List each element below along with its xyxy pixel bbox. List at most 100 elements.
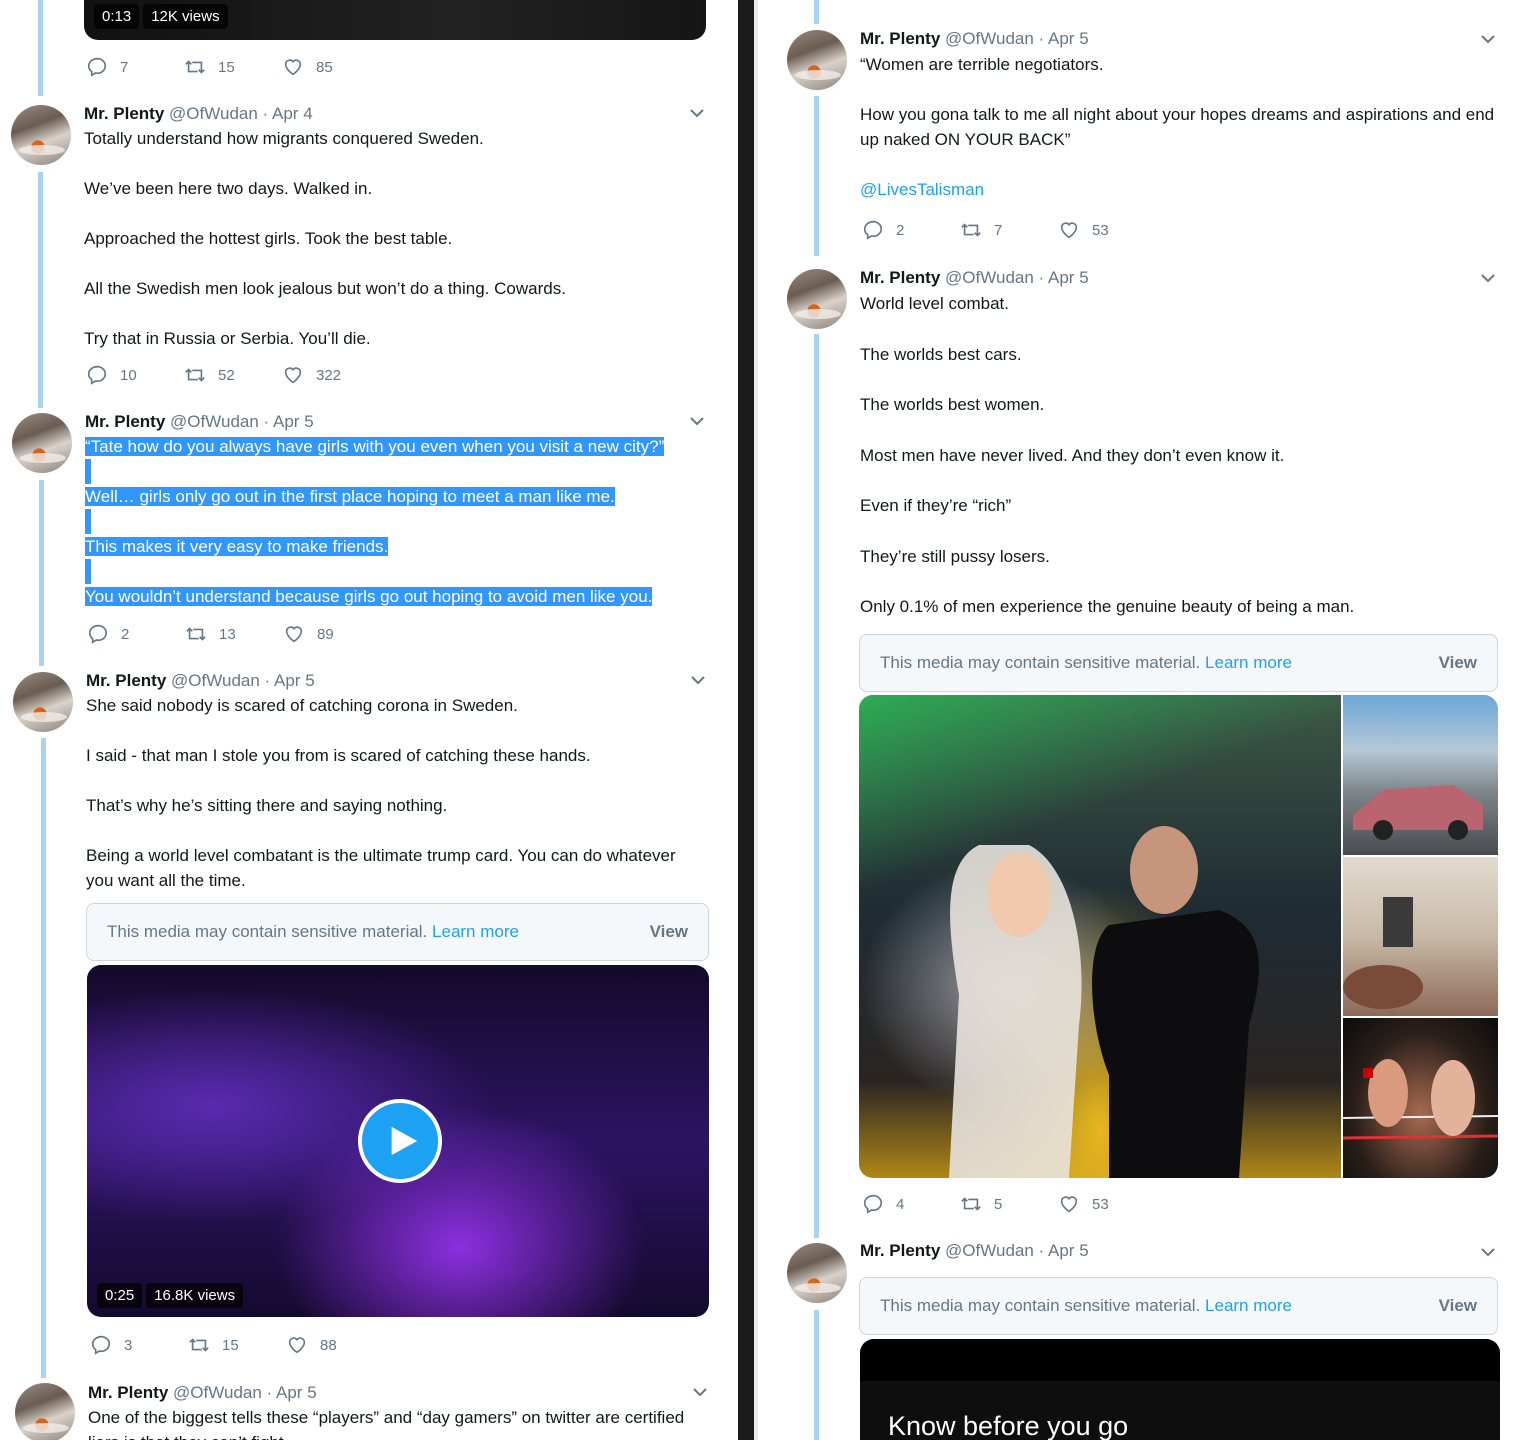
mention-link[interactable]: @LivesTalisman	[860, 177, 1500, 202]
like-button[interactable]: 322	[282, 364, 380, 386]
sensitive-media-warning: This media may contain sensitive materia…	[859, 1277, 1498, 1335]
display-name[interactable]: Mr. Plenty	[88, 1383, 168, 1402]
tweet-header: Mr. Plenty @OfWudan · Apr 5	[860, 1241, 1089, 1260]
tweet-date[interactable]: Apr 5	[1048, 268, 1089, 287]
user-handle[interactable]: @OfWudan	[173, 1383, 262, 1402]
retweet-button[interactable]: 52	[184, 364, 282, 386]
avatar[interactable]	[787, 269, 847, 329]
thread-line	[38, 0, 43, 96]
tweet-menu-caret[interactable]	[1481, 1245, 1495, 1259]
tweet-actions: 2 13 89	[87, 623, 381, 645]
play-button[interactable]	[358, 1099, 442, 1183]
display-name[interactable]: Mr. Plenty	[860, 29, 940, 48]
reply-icon	[91, 1335, 111, 1355]
retweet-button[interactable]: 5	[960, 1193, 1058, 1215]
video-stats-badge: 0:13 12K views	[94, 4, 228, 29]
video-player[interactable]: 0:25 16.8K views	[87, 965, 709, 1317]
tweet-menu-caret[interactable]	[1481, 32, 1495, 46]
media-preview[interactable]: Know before you go	[860, 1339, 1500, 1440]
reply-button[interactable]: 10	[86, 364, 184, 386]
tweet-date[interactable]: Apr 5	[276, 1383, 317, 1402]
retweet-button[interactable]: 15	[188, 1334, 286, 1356]
people-photo-shape	[949, 826, 1259, 1178]
reply-icon	[87, 57, 107, 77]
display-name[interactable]: Mr. Plenty	[860, 1241, 940, 1260]
like-button[interactable]: 89	[283, 623, 381, 645]
tweet-date[interactable]: Apr 5	[274, 671, 315, 690]
reply-button[interactable]: 7	[86, 56, 184, 78]
heart-icon	[284, 59, 302, 76]
retweet-icon	[185, 368, 205, 382]
video-views: 16.8K views	[146, 1283, 244, 1308]
user-handle[interactable]: @OfWudan	[945, 268, 1034, 287]
retweet-icon	[186, 627, 206, 641]
avatar[interactable]	[787, 30, 847, 90]
display-name[interactable]: Mr. Plenty	[84, 104, 164, 123]
chevron-down-icon	[1481, 1248, 1495, 1257]
learn-more-link[interactable]: Learn more	[1205, 1296, 1292, 1315]
avatar[interactable]	[12, 413, 72, 473]
tweet-menu-caret[interactable]	[690, 106, 704, 120]
view-media-button[interactable]: View	[1439, 1296, 1477, 1316]
photo-car[interactable]	[1343, 695, 1498, 855]
photo-room[interactable]	[1343, 857, 1498, 1016]
chevron-down-icon	[691, 676, 705, 685]
tweet-menu-caret[interactable]	[691, 673, 705, 687]
tweet-menu-caret[interactable]	[690, 414, 704, 428]
tweet-header: Mr. Plenty @OfWudan · Apr 4	[84, 104, 313, 123]
sensitive-media-warning: This media may contain sensitive materia…	[859, 634, 1498, 692]
learn-more-link[interactable]: Learn more	[1205, 653, 1292, 672]
play-icon	[391, 1126, 418, 1156]
user-handle[interactable]: @OfWudan	[171, 671, 260, 690]
user-handle[interactable]: @OfWudan	[169, 104, 258, 123]
photo-grid	[859, 695, 1498, 1178]
avatar[interactable]	[787, 1243, 847, 1303]
tweet-date[interactable]: Apr 4	[272, 104, 313, 123]
user-handle[interactable]: @OfWudan	[170, 412, 259, 431]
tweet-menu-caret[interactable]	[693, 1385, 707, 1399]
like-button[interactable]: 88	[286, 1334, 384, 1356]
tweet-date[interactable]: Apr 5	[273, 412, 314, 431]
like-button[interactable]: 53	[1058, 219, 1156, 241]
reply-icon	[863, 220, 883, 240]
retweet-button[interactable]: 15	[184, 56, 282, 78]
retweet-button[interactable]: 7	[960, 219, 1058, 241]
avatar[interactable]	[15, 1383, 75, 1440]
like-button[interactable]: 85	[282, 56, 380, 78]
left-timeline-panel: 0:13 12K views 7 15 85 Mr. Plenty @OfWud…	[0, 0, 738, 1440]
tweet-header: Mr. Plenty @OfWudan · Apr 5	[88, 1383, 317, 1402]
tweet-menu-caret[interactable]	[1481, 271, 1495, 285]
video-player[interactable]: 0:13 12K views	[84, 0, 706, 40]
like-button[interactable]: 53	[1058, 1193, 1156, 1215]
retweet-button[interactable]: 13	[185, 623, 283, 645]
user-handle[interactable]: @OfWudan	[945, 1241, 1034, 1260]
view-media-button[interactable]: View	[650, 922, 688, 942]
tweet-header: Mr. Plenty @OfWudan · Apr 5	[86, 671, 315, 690]
media-title: Know before you go	[888, 1411, 1129, 1440]
tweet-date[interactable]: Apr 5	[1048, 29, 1089, 48]
view-media-button[interactable]: View	[1439, 653, 1477, 673]
photo-main[interactable]	[859, 695, 1341, 1178]
chevron-down-icon	[690, 109, 704, 118]
display-name[interactable]: Mr. Plenty	[85, 412, 165, 431]
photo-fight[interactable]	[1343, 1018, 1498, 1178]
tweet-actions: 2 7 53	[862, 219, 1156, 241]
reply-icon	[88, 624, 108, 644]
heart-icon	[288, 1337, 306, 1354]
reply-button[interactable]: 3	[90, 1334, 188, 1356]
learn-more-link[interactable]: Learn more	[432, 922, 519, 941]
chevron-down-icon	[1481, 35, 1495, 44]
tweet-date[interactable]: Apr 5	[1048, 1241, 1089, 1260]
tweet-text: One of the biggest tells these “players”…	[88, 1408, 685, 1440]
avatar[interactable]	[13, 672, 73, 732]
car-photo-shape	[1353, 785, 1483, 840]
reply-button[interactable]: 4	[862, 1193, 960, 1215]
display-name[interactable]: Mr. Plenty	[860, 268, 940, 287]
user-handle[interactable]: @OfWudan	[945, 29, 1034, 48]
display-name[interactable]: Mr. Plenty	[86, 671, 166, 690]
sensitive-media-text: This media may contain sensitive materia…	[880, 653, 1201, 672]
reply-button[interactable]: 2	[862, 219, 960, 241]
reply-button[interactable]: 2	[87, 623, 185, 645]
avatar[interactable]	[11, 105, 71, 165]
chevron-down-icon	[693, 1388, 707, 1397]
